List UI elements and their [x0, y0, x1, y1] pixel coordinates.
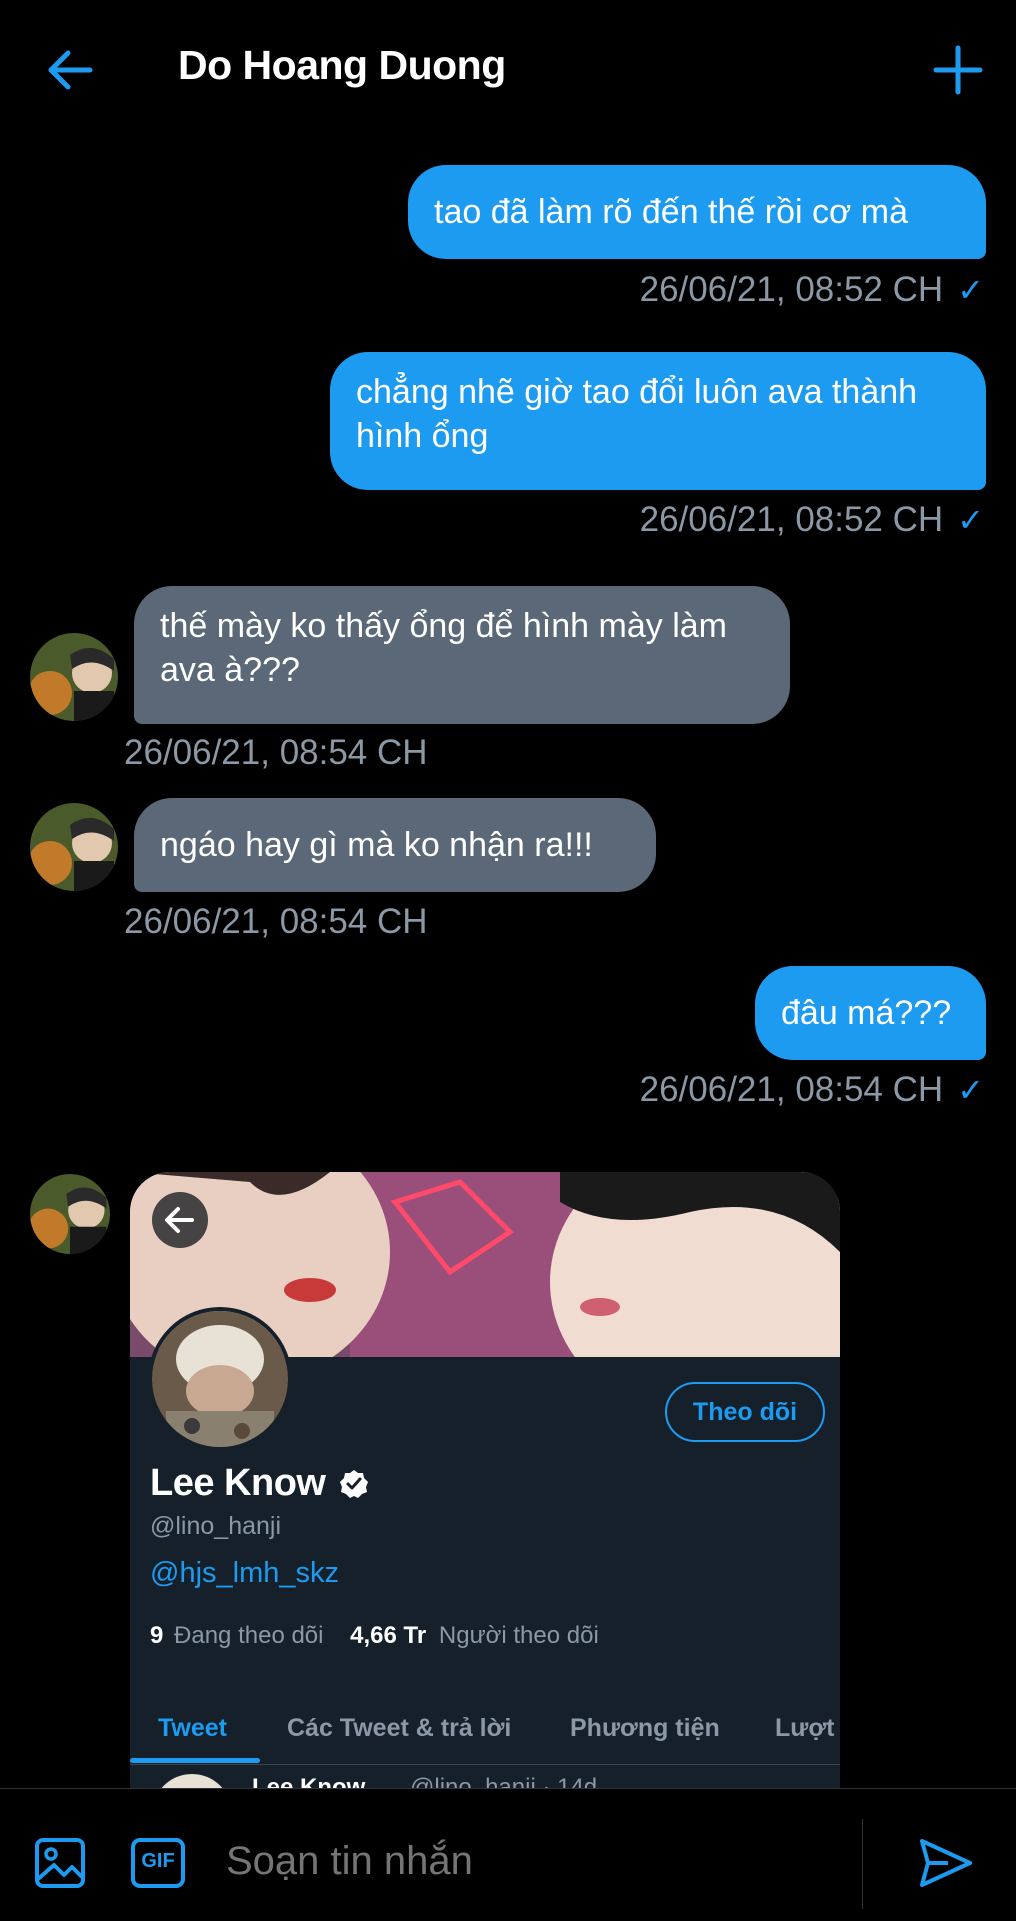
follow-stats: 9 Đang theo dõi 4,66 Tr Người theo dõi — [150, 1622, 599, 1650]
follow-button[interactable]: Theo dõi — [665, 1382, 825, 1442]
outgoing-message[interactable]: tao đã làm rõ đến thế rồi cơ mà — [408, 165, 986, 259]
contact-avatar[interactable] — [30, 633, 118, 721]
message-timestamp: 26/06/21, 08:52 CH ✓ — [639, 270, 984, 309]
image-icon[interactable] — [34, 1837, 86, 1889]
gif-label: GIF — [141, 1850, 175, 1872]
message-input[interactable] — [226, 1839, 826, 1884]
message-text: chẳng nhẽ giờ tao đổi luôn ava thành hìn… — [356, 373, 918, 455]
gif-icon[interactable]: GIF — [130, 1837, 186, 1889]
verified-badge-icon — [340, 1470, 368, 1498]
avatar-image — [30, 633, 118, 721]
message-text: đâu má??? — [781, 994, 952, 1032]
tweet-author-name: Lee Know — [252, 1774, 366, 1788]
bio-mention-link[interactable]: @hjs_lmh_skz — [150, 1557, 339, 1590]
back-arrow-icon — [165, 1207, 194, 1233]
message-timestamp: 26/06/21, 08:54 CH — [124, 902, 428, 941]
contact-avatar[interactable] — [30, 803, 118, 891]
send-icon[interactable] — [918, 1835, 974, 1891]
following-count[interactable]: 9 — [150, 1622, 163, 1649]
sent-check-icon: ✓ — [957, 1072, 984, 1108]
followers-label[interactable]: Người theo dõi — [439, 1622, 599, 1649]
sent-check-icon: ✓ — [957, 502, 984, 538]
composer-divider — [862, 1819, 863, 1909]
followers-count[interactable]: 4,66 Tr — [350, 1622, 426, 1649]
shared-profile-card[interactable]: Theo dõi Lee Know @lino_hanji @hjs_lmh_s… — [130, 1172, 840, 1788]
outgoing-message[interactable]: đâu má??? — [755, 966, 986, 1060]
avatar-image — [30, 1174, 110, 1254]
card-back-button[interactable] — [152, 1192, 208, 1248]
outgoing-message[interactable]: chẳng nhẽ giờ tao đổi luôn ava thành hìn… — [330, 352, 986, 490]
conversation-title[interactable]: Do Hoang Duong — [178, 42, 506, 89]
message-text: ngáo hay gì mà ko nhận ra!!! — [160, 826, 593, 864]
message-timestamp: 26/06/21, 08:54 CH — [124, 733, 428, 772]
message-text: thế mày ko thấy ổng để hình mày làm ava … — [160, 607, 727, 689]
incoming-message[interactable]: ngáo hay gì mà ko nhận ra!!! — [134, 798, 656, 892]
avatar-image — [30, 803, 118, 891]
tweet-preview[interactable]: Lee Know @lino_hanji · 14d — [130, 1764, 840, 1788]
following-label[interactable]: Đang theo dõi — [174, 1622, 323, 1649]
tweet-author-avatar — [152, 1774, 232, 1788]
message-timestamp: 26/06/21, 08:54 CH ✓ — [639, 1070, 984, 1109]
message-text: tao đã làm rõ đến thế rồi cơ mà — [434, 193, 908, 231]
tweet-author-meta: @lino_hanji · 14d — [410, 1774, 598, 1788]
tab-likes[interactable]: Lượt t — [775, 1714, 840, 1743]
contact-avatar[interactable] — [30, 1174, 110, 1254]
message-composer: GIF — [0, 1788, 1016, 1921]
incoming-message[interactable]: thế mày ko thấy ổng để hình mày làm ava … — [134, 586, 790, 724]
profile-picture-image — [152, 1311, 288, 1447]
tab-tweets[interactable]: Tweet — [158, 1714, 227, 1743]
profile-picture[interactable] — [148, 1307, 292, 1451]
conversation-header: Do Hoang Duong — [0, 0, 1016, 140]
tab-media[interactable]: Phương tiện — [570, 1714, 720, 1743]
profile-tabs: Tweet Các Tweet & trả lời Phương tiện Lư… — [130, 1692, 840, 1765]
back-arrow-icon[interactable] — [40, 40, 100, 100]
sent-check-icon: ✓ — [957, 272, 984, 308]
tab-tweets-and-replies[interactable]: Các Tweet & trả lời — [287, 1714, 511, 1743]
profile-handle: @lino_hanji — [150, 1512, 282, 1540]
message-timestamp: 26/06/21, 08:52 CH ✓ — [639, 500, 984, 539]
active-tab-indicator — [130, 1758, 260, 1763]
profile-name: Lee Know — [150, 1462, 326, 1504]
add-icon[interactable] — [930, 42, 986, 98]
